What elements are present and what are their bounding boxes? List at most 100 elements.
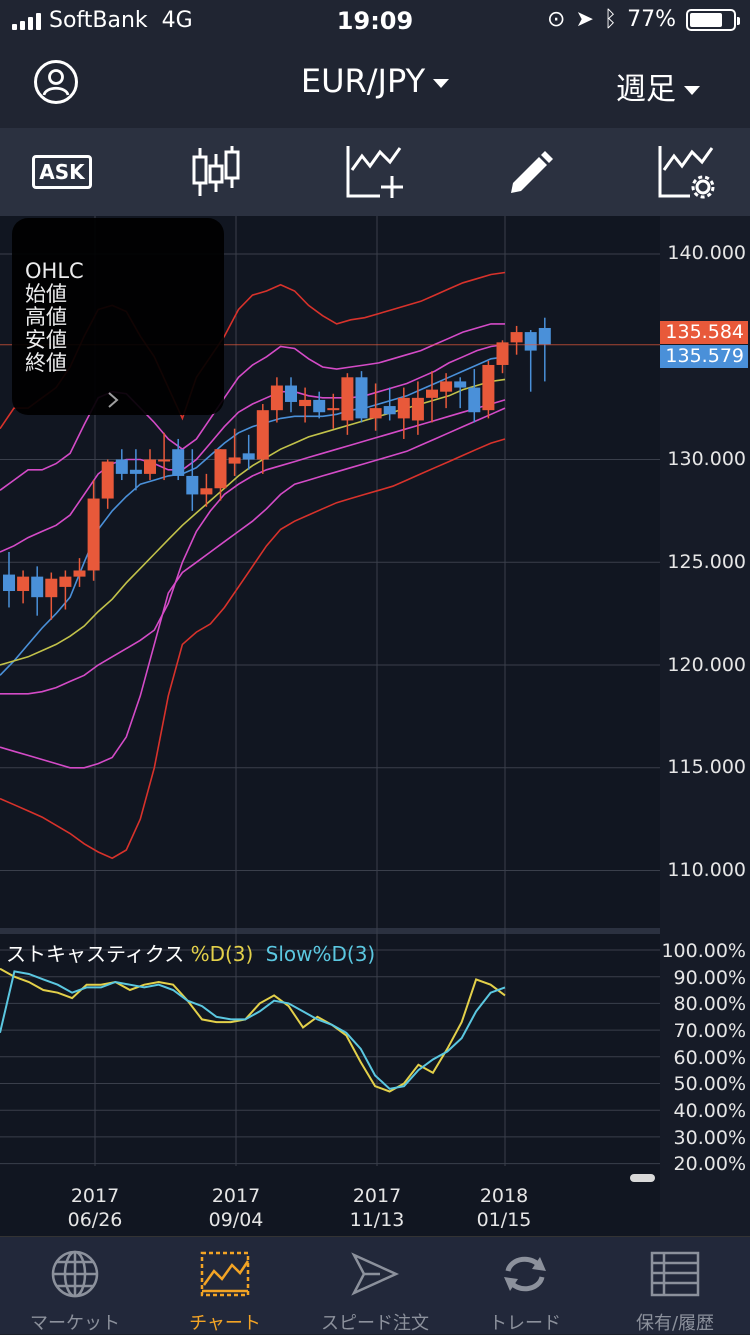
period-selector[interactable]: 週足 (616, 64, 700, 108)
scroll-handle[interactable] (630, 1174, 655, 1182)
stoch-tick: 100.00% (661, 940, 746, 962)
candle (242, 453, 255, 460)
candle (285, 385, 297, 402)
candle (538, 327, 551, 345)
tab-speed-order[interactable]: スピード注文 (300, 1237, 450, 1335)
x-axis-label: 2017 06/26 (67, 1185, 123, 1231)
tab-market[interactable]: マーケット (0, 1237, 150, 1335)
stoch-panel-bg (0, 934, 660, 1166)
candle (31, 576, 44, 598)
price-tick: 115.000 (667, 756, 746, 778)
candle (17, 576, 30, 592)
candle (496, 342, 509, 365)
battery-icon (686, 8, 740, 31)
candle (73, 570, 86, 577)
candle (129, 469, 142, 474)
candle (101, 461, 114, 499)
ask-bid-toggle-button[interactable]: ASK (30, 142, 94, 202)
nav-bar: EUR/JPY 週足 (0, 40, 750, 128)
tab-bar: マーケット チャート スピード注文 トレード 保有/履歴 (0, 1236, 750, 1334)
add-indicator-icon (346, 146, 403, 198)
chart-type-button[interactable] (184, 142, 248, 202)
bluetooth-icon: ᛒ (603, 7, 618, 32)
fast-forward-icon (351, 1252, 400, 1296)
tab-chart[interactable]: チャート (150, 1237, 300, 1335)
price-tick: 130.000 (667, 448, 746, 470)
candle (411, 397, 424, 421)
indicator-settings-icon (658, 146, 715, 199)
price-tick: 120.000 (667, 654, 746, 676)
candle (369, 408, 382, 419)
list-icon (650, 1251, 700, 1297)
stoch-tick: 50.00% (673, 1073, 746, 1095)
location-icon: ➤ (575, 7, 594, 32)
candle (59, 576, 72, 587)
x-axis-label: 2017 09/04 (208, 1185, 264, 1231)
stoch-tick: 70.00% (673, 1020, 746, 1042)
d-series-label: %D(3) (190, 942, 254, 966)
tab-market-label: マーケット (30, 1313, 120, 1334)
period-label: 週足 (616, 72, 676, 107)
candle (313, 399, 326, 413)
price-tick: 110.000 (667, 859, 746, 881)
x-axis-label: 2017 11/13 (349, 1185, 405, 1231)
chart-area[interactable]: 140.000 130.000 125.000 120.000 115.000 … (0, 216, 750, 1236)
candle (144, 459, 156, 474)
candle (214, 449, 227, 489)
chart-toolbar: ASK (0, 128, 750, 216)
candle (186, 475, 199, 495)
indicator-settings-button[interactable] (654, 142, 718, 202)
pencil-icon (511, 151, 553, 193)
candle (426, 389, 438, 398)
panel-divider (0, 928, 750, 934)
candle (327, 408, 340, 411)
candle (355, 377, 368, 419)
candle (256, 410, 269, 460)
price-tick: 125.000 (667, 551, 746, 573)
candle (383, 406, 396, 415)
draw-button[interactable] (498, 142, 562, 202)
stoch-legend: ストキャスティクス %D(3) Slow%D(3) (6, 938, 375, 967)
tab-positions-history-label: 保有/履歴 (635, 1313, 715, 1334)
tab-trade[interactable]: トレード (450, 1237, 600, 1335)
ohlc-open-label: 始値 (25, 282, 67, 306)
candle (397, 397, 410, 419)
add-indicator-button[interactable] (342, 142, 406, 202)
candle (45, 578, 58, 598)
chevron-down-icon (433, 78, 450, 88)
tab-trade-label: トレード (489, 1313, 561, 1334)
candle (510, 332, 523, 343)
ohlc-panel[interactable]: OHLC 始値 高値 安値 終値 (12, 218, 224, 415)
candle (440, 381, 453, 392)
candle (341, 377, 354, 421)
chevron-right-icon[interactable] (106, 390, 120, 410)
candle (468, 387, 481, 413)
chart-icon (200, 1251, 250, 1297)
candle (228, 457, 241, 464)
slow-d-series-label: Slow%D(3) (265, 942, 376, 966)
ohlc-high-label: 高値 (25, 305, 67, 329)
ask-label: ASK (32, 155, 92, 189)
ohlc-low-label: 安値 (25, 328, 67, 352)
candle (482, 364, 495, 411)
x-axis-label: 2018 01/15 (476, 1185, 532, 1231)
candle (115, 459, 128, 474)
price-axis: 140.000 130.000 125.000 120.000 115.000 … (660, 216, 750, 1236)
tab-positions-history[interactable]: 保有/履歴 (600, 1237, 750, 1335)
candlestick-icon (192, 146, 240, 196)
candle (3, 574, 15, 592)
chevron-down-icon (684, 86, 700, 95)
ohlc-title: OHLC (25, 259, 84, 283)
stoch-tick: 80.00% (673, 993, 746, 1015)
rotation-lock-icon: ⊙ (547, 7, 566, 32)
candle (200, 488, 213, 495)
trade-arrows-icon (504, 1256, 546, 1292)
candle (454, 381, 467, 388)
candle (270, 385, 283, 411)
ohlc-close-label: 終値 (25, 351, 67, 375)
status-bar: SoftBank 4G 19:09 ⊙ ➤ ᛒ 77% (0, 0, 750, 40)
candle (524, 332, 537, 351)
price-tick: 140.000 (667, 242, 746, 264)
globe-icon (51, 1250, 99, 1298)
candle (158, 459, 171, 462)
